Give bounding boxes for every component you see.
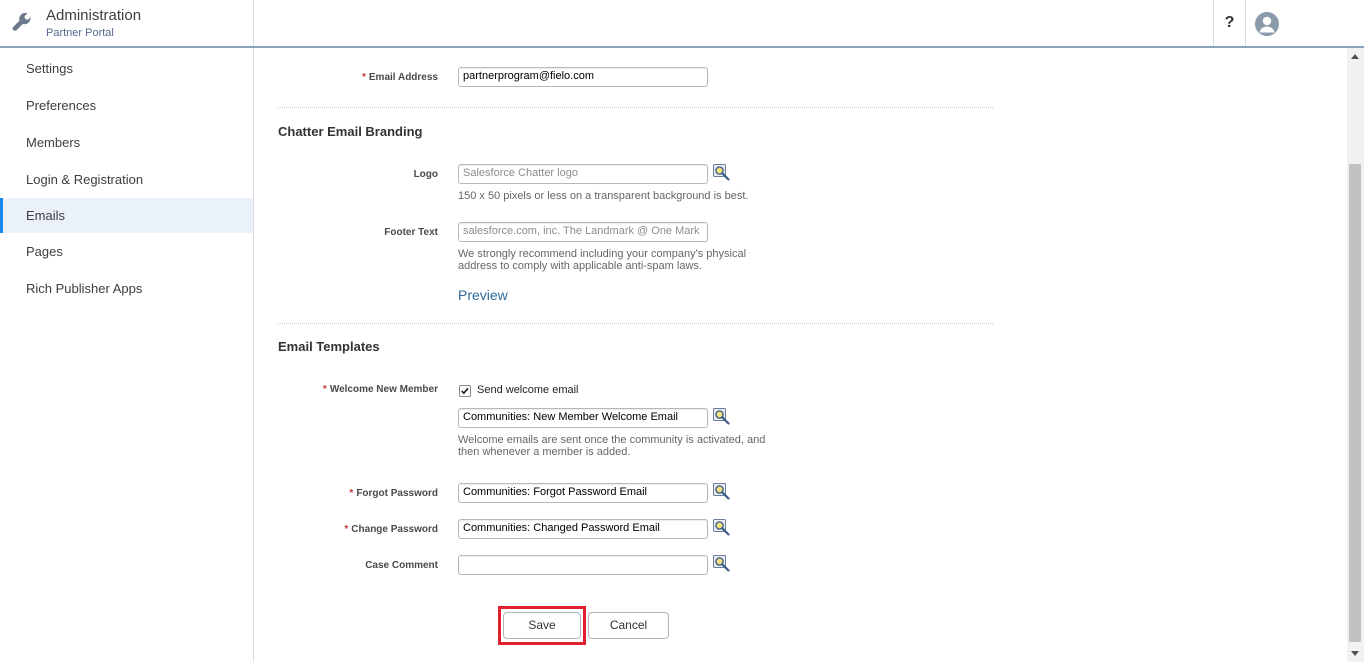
- logo-label: Logo: [413, 169, 438, 180]
- sidebar-item-preferences[interactable]: Preferences: [0, 88, 253, 123]
- section-divider: [278, 323, 993, 324]
- case-comment-lookup-icon[interactable]: [713, 555, 731, 573]
- branding-section-title: Chatter Email Branding: [278, 124, 423, 139]
- logo-lookup-icon[interactable]: [713, 164, 731, 182]
- templates-section-title: Email Templates: [278, 339, 380, 354]
- sidebar-item-emails[interactable]: Emails: [0, 198, 253, 233]
- forgot-password-input[interactable]: Communities: Forgot Password Email: [458, 483, 708, 503]
- case-comment-label: Case Comment: [365, 560, 438, 571]
- email-address-input[interactable]: partnerprogram@fielo.com: [458, 67, 708, 87]
- forgot-password-lookup-icon[interactable]: [713, 483, 731, 501]
- section-divider: [278, 107, 993, 108]
- logo-help-text: 150 x 50 pixels or less on a transparent…: [458, 190, 749, 202]
- wrench-icon: [12, 12, 31, 31]
- logo-input[interactable]: Salesforce Chatter logo: [458, 164, 708, 184]
- top-header: Administration Partner Portal ?: [0, 0, 1364, 48]
- send-welcome-label: Send welcome email: [477, 384, 579, 396]
- welcome-template-input[interactable]: Communities: New Member Welcome Email: [458, 408, 708, 428]
- required-mark: *: [322, 384, 327, 395]
- user-avatar[interactable]: [1255, 12, 1279, 36]
- scroll-down-arrow-icon[interactable]: [1351, 651, 1359, 656]
- preview-link[interactable]: Preview: [458, 287, 508, 303]
- sidebar-item-members[interactable]: Members: [0, 125, 253, 160]
- sidebar-item-rich-publisher-apps[interactable]: Rich Publisher Apps: [0, 271, 253, 306]
- footer-help-text: We strongly recommend including your com…: [458, 248, 747, 272]
- change-password-input[interactable]: Communities: Changed Password Email: [458, 519, 708, 539]
- user-icon: [1259, 16, 1275, 33]
- scroll-thumb[interactable]: [1349, 164, 1361, 642]
- change-password-label: * Change Password: [344, 524, 438, 535]
- required-mark: *: [349, 488, 354, 499]
- welcome-member-label: * Welcome New Member: [322, 384, 438, 395]
- help-button[interactable]: ?: [1213, 0, 1246, 46]
- footer-text-label: Footer Text: [384, 227, 438, 238]
- change-password-lookup-icon[interactable]: [713, 519, 731, 537]
- cancel-button[interactable]: Cancel: [588, 612, 669, 639]
- app-window: Administration Partner Portal ? Settings…: [0, 0, 1364, 662]
- forgot-password-label: * Forgot Password: [349, 488, 438, 499]
- save-button[interactable]: Save: [503, 612, 581, 639]
- scroll-up-arrow-icon[interactable]: [1351, 54, 1359, 59]
- welcome-lookup-icon[interactable]: [713, 408, 731, 426]
- sidebar-nav: Settings Preferences Members Login & Reg…: [0, 48, 254, 662]
- sidebar-item-settings[interactable]: Settings: [0, 51, 253, 86]
- sidebar-item-login-registration[interactable]: Login & Registration: [0, 162, 253, 197]
- case-comment-input[interactable]: [458, 555, 708, 575]
- app-brand: Administration Partner Portal: [0, 0, 254, 46]
- email-address-label: * Email Address: [361, 72, 438, 83]
- welcome-help-text: Welcome emails are sent once the communi…: [458, 434, 766, 458]
- required-mark: *: [344, 524, 349, 535]
- checkmark-icon: [461, 387, 469, 395]
- send-welcome-checkbox[interactable]: [459, 385, 471, 397]
- required-mark: *: [361, 72, 366, 83]
- email-settings-form: * Email Address partnerprogram@fielo.com …: [255, 48, 1347, 662]
- sidebar-item-pages[interactable]: Pages: [0, 234, 253, 269]
- app-title: Administration: [46, 7, 142, 24]
- app-subtitle: Partner Portal: [46, 27, 114, 39]
- vertical-scrollbar[interactable]: [1347, 48, 1364, 662]
- footer-text-input[interactable]: salesforce.com, inc. The Landmark @ One …: [458, 222, 708, 242]
